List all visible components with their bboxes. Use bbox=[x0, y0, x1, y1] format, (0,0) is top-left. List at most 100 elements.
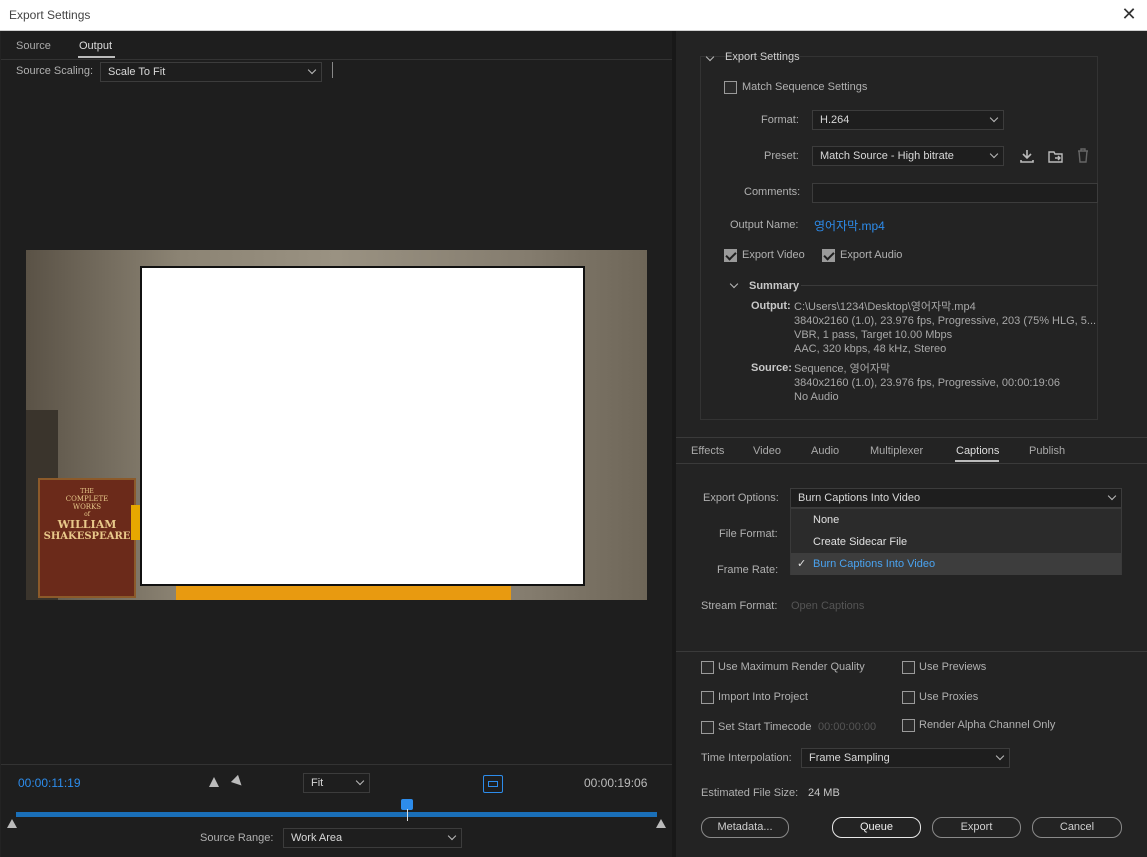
tab-multiplexer[interactable]: Multiplexer bbox=[870, 445, 923, 457]
render-alpha-label: Render Alpha Channel Only bbox=[919, 719, 1056, 731]
source-range-dropdown[interactable]: Work Area bbox=[283, 828, 462, 848]
tab-audio[interactable]: Audio bbox=[811, 445, 839, 457]
settings-panel: Export Settings Match Sequence Settings … bbox=[676, 31, 1147, 857]
current-timecode[interactable]: 00:00:11:19 bbox=[18, 776, 81, 790]
tab-effects[interactable]: Effects bbox=[691, 445, 724, 457]
queue-button[interactable]: Queue bbox=[832, 817, 921, 838]
source-scaling-label: Source Scaling: bbox=[16, 65, 94, 77]
tab-captions[interactable]: Captions bbox=[956, 445, 999, 457]
caption-overlay bbox=[140, 266, 585, 586]
source-range-label: Source Range: bbox=[200, 832, 274, 844]
summary-output-key: Output: bbox=[751, 300, 791, 312]
mark-out-icon[interactable] bbox=[230, 774, 246, 790]
time-interpolation-dropdown[interactable]: Frame Sampling bbox=[801, 748, 1010, 768]
use-proxies-checkbox[interactable] bbox=[902, 691, 915, 704]
close-icon[interactable]: ✕ bbox=[1119, 4, 1139, 24]
zoom-value: Fit bbox=[311, 777, 324, 789]
import-preset-icon[interactable] bbox=[1047, 148, 1065, 164]
use-proxies-label: Use Proxies bbox=[919, 691, 979, 703]
crop-divider bbox=[332, 62, 333, 78]
output-name-label: Output Name: bbox=[730, 219, 799, 231]
estimated-size-value: 24 MB bbox=[808, 787, 840, 799]
tab-video[interactable]: Video bbox=[753, 445, 781, 457]
export-settings-title: Export Settings bbox=[725, 51, 800, 63]
summary-divider bbox=[801, 285, 1098, 286]
summary-source-lines: Sequence, 영어자막 3840x2160 (1.0), 23.976 f… bbox=[794, 363, 1061, 403]
work-area-start-handle[interactable] bbox=[7, 819, 17, 828]
menu-item-none[interactable]: None bbox=[791, 509, 1121, 531]
zoom-dropdown[interactable]: Fit bbox=[303, 773, 370, 793]
menu-item-burn-label: Burn Captions Into Video bbox=[813, 558, 936, 570]
max-render-quality-label: Use Maximum Render Quality bbox=[718, 661, 865, 673]
tab-output[interactable]: Output bbox=[79, 40, 112, 52]
summary-source-key: Source: bbox=[751, 362, 792, 374]
book-image: THE COMPLETE WORKS of WILLIAM SHAKESPEAR… bbox=[38, 478, 136, 598]
file-format-label: File Format: bbox=[719, 528, 778, 540]
export-video-checkbox[interactable] bbox=[724, 249, 737, 262]
output-name-link[interactable]: 영어자막.mp4 bbox=[814, 217, 885, 234]
metadata-button[interactable]: Metadata... bbox=[701, 817, 789, 838]
format-value: H.264 bbox=[820, 114, 850, 126]
export-options-dropdown[interactable]: Burn Captions Into Video bbox=[790, 488, 1122, 508]
import-into-project-checkbox[interactable] bbox=[701, 691, 714, 704]
time-interpolation-value: Frame Sampling bbox=[809, 752, 890, 764]
playhead-line bbox=[407, 809, 408, 821]
comments-field[interactable] bbox=[812, 183, 1098, 203]
bottom-divider bbox=[676, 651, 1147, 652]
aspect-correct-icon[interactable] bbox=[483, 775, 503, 793]
total-timecode: 00:00:19:06 bbox=[584, 776, 648, 790]
format-dropdown[interactable]: H.264 bbox=[812, 110, 1004, 130]
export-options-value: Burn Captions Into Video bbox=[798, 492, 921, 504]
check-icon: ✓ bbox=[797, 558, 807, 570]
match-sequence-label: Match Sequence Settings bbox=[742, 81, 868, 93]
start-timecode-value: 00:00:00:00 bbox=[818, 721, 877, 733]
preset-label: Preset: bbox=[764, 150, 799, 162]
export-options-label: Export Options: bbox=[703, 492, 779, 504]
chevron-down-icon bbox=[995, 751, 1005, 761]
tab-divider bbox=[1, 59, 672, 60]
chevron-down-icon bbox=[989, 113, 999, 123]
import-into-project-label: Import Into Project bbox=[718, 691, 808, 703]
comments-label: Comments: bbox=[744, 186, 801, 198]
source-scaling-value: Scale To Fit bbox=[108, 66, 166, 78]
chevron-down-icon bbox=[307, 65, 317, 75]
mark-in-icon[interactable] bbox=[209, 777, 219, 787]
timeline-divider bbox=[1, 764, 672, 765]
save-preset-icon[interactable] bbox=[1019, 148, 1035, 164]
preset-dropdown[interactable]: Match Source - High bitrate bbox=[812, 146, 1004, 166]
timeline-track[interactable] bbox=[16, 812, 657, 817]
use-previews-label: Use Previews bbox=[919, 661, 987, 673]
start-timecode-checkbox[interactable] bbox=[701, 721, 714, 734]
video-preview: THE COMPLETE WORKS of WILLIAM SHAKESPEAR… bbox=[26, 250, 647, 600]
menu-item-sidecar[interactable]: Create Sidecar File bbox=[791, 531, 1121, 553]
render-alpha-checkbox[interactable] bbox=[902, 719, 915, 732]
chevron-down-icon bbox=[989, 149, 999, 159]
delete-preset-icon[interactable] bbox=[1075, 147, 1091, 164]
window-title: Export Settings bbox=[9, 8, 91, 22]
preview-panel: Source Output Source Scaling: Scale To F… bbox=[1, 31, 672, 857]
source-scaling-dropdown[interactable]: Scale To Fit bbox=[100, 62, 322, 82]
tabs-bottom-divider bbox=[676, 463, 1147, 464]
captions-tab-underline bbox=[955, 460, 999, 462]
tab-publish[interactable]: Publish bbox=[1029, 445, 1065, 457]
menu-item-burn-captions[interactable]: ✓ Burn Captions Into Video bbox=[791, 553, 1121, 575]
chevron-down-icon bbox=[1107, 491, 1117, 501]
tabs-top-divider bbox=[676, 437, 1147, 438]
max-render-quality-checkbox[interactable] bbox=[701, 661, 714, 674]
estimated-size-label: Estimated File Size: bbox=[701, 787, 799, 799]
stream-format-label: Stream Format: bbox=[701, 600, 778, 612]
match-sequence-checkbox[interactable] bbox=[724, 81, 737, 94]
tab-source[interactable]: Source bbox=[16, 40, 51, 52]
use-previews-checkbox[interactable] bbox=[902, 661, 915, 674]
stream-format-value: Open Captions bbox=[791, 600, 865, 612]
frame-rate-label: Frame Rate: bbox=[717, 564, 779, 576]
export-button[interactable]: Export bbox=[932, 817, 1021, 838]
summary-output-lines: C:\Users\1234\Desktop\영어자막.mp4 3840x2160… bbox=[794, 301, 1097, 355]
cancel-button[interactable]: Cancel bbox=[1032, 817, 1122, 838]
title-bar: Export Settings ✕ bbox=[0, 0, 1147, 31]
source-range-value: Work Area bbox=[291, 832, 343, 844]
work-area-end-handle[interactable] bbox=[656, 819, 666, 828]
export-audio-checkbox[interactable] bbox=[822, 249, 835, 262]
preset-value: Match Source - High bitrate bbox=[820, 150, 954, 162]
format-label: Format: bbox=[761, 114, 799, 126]
